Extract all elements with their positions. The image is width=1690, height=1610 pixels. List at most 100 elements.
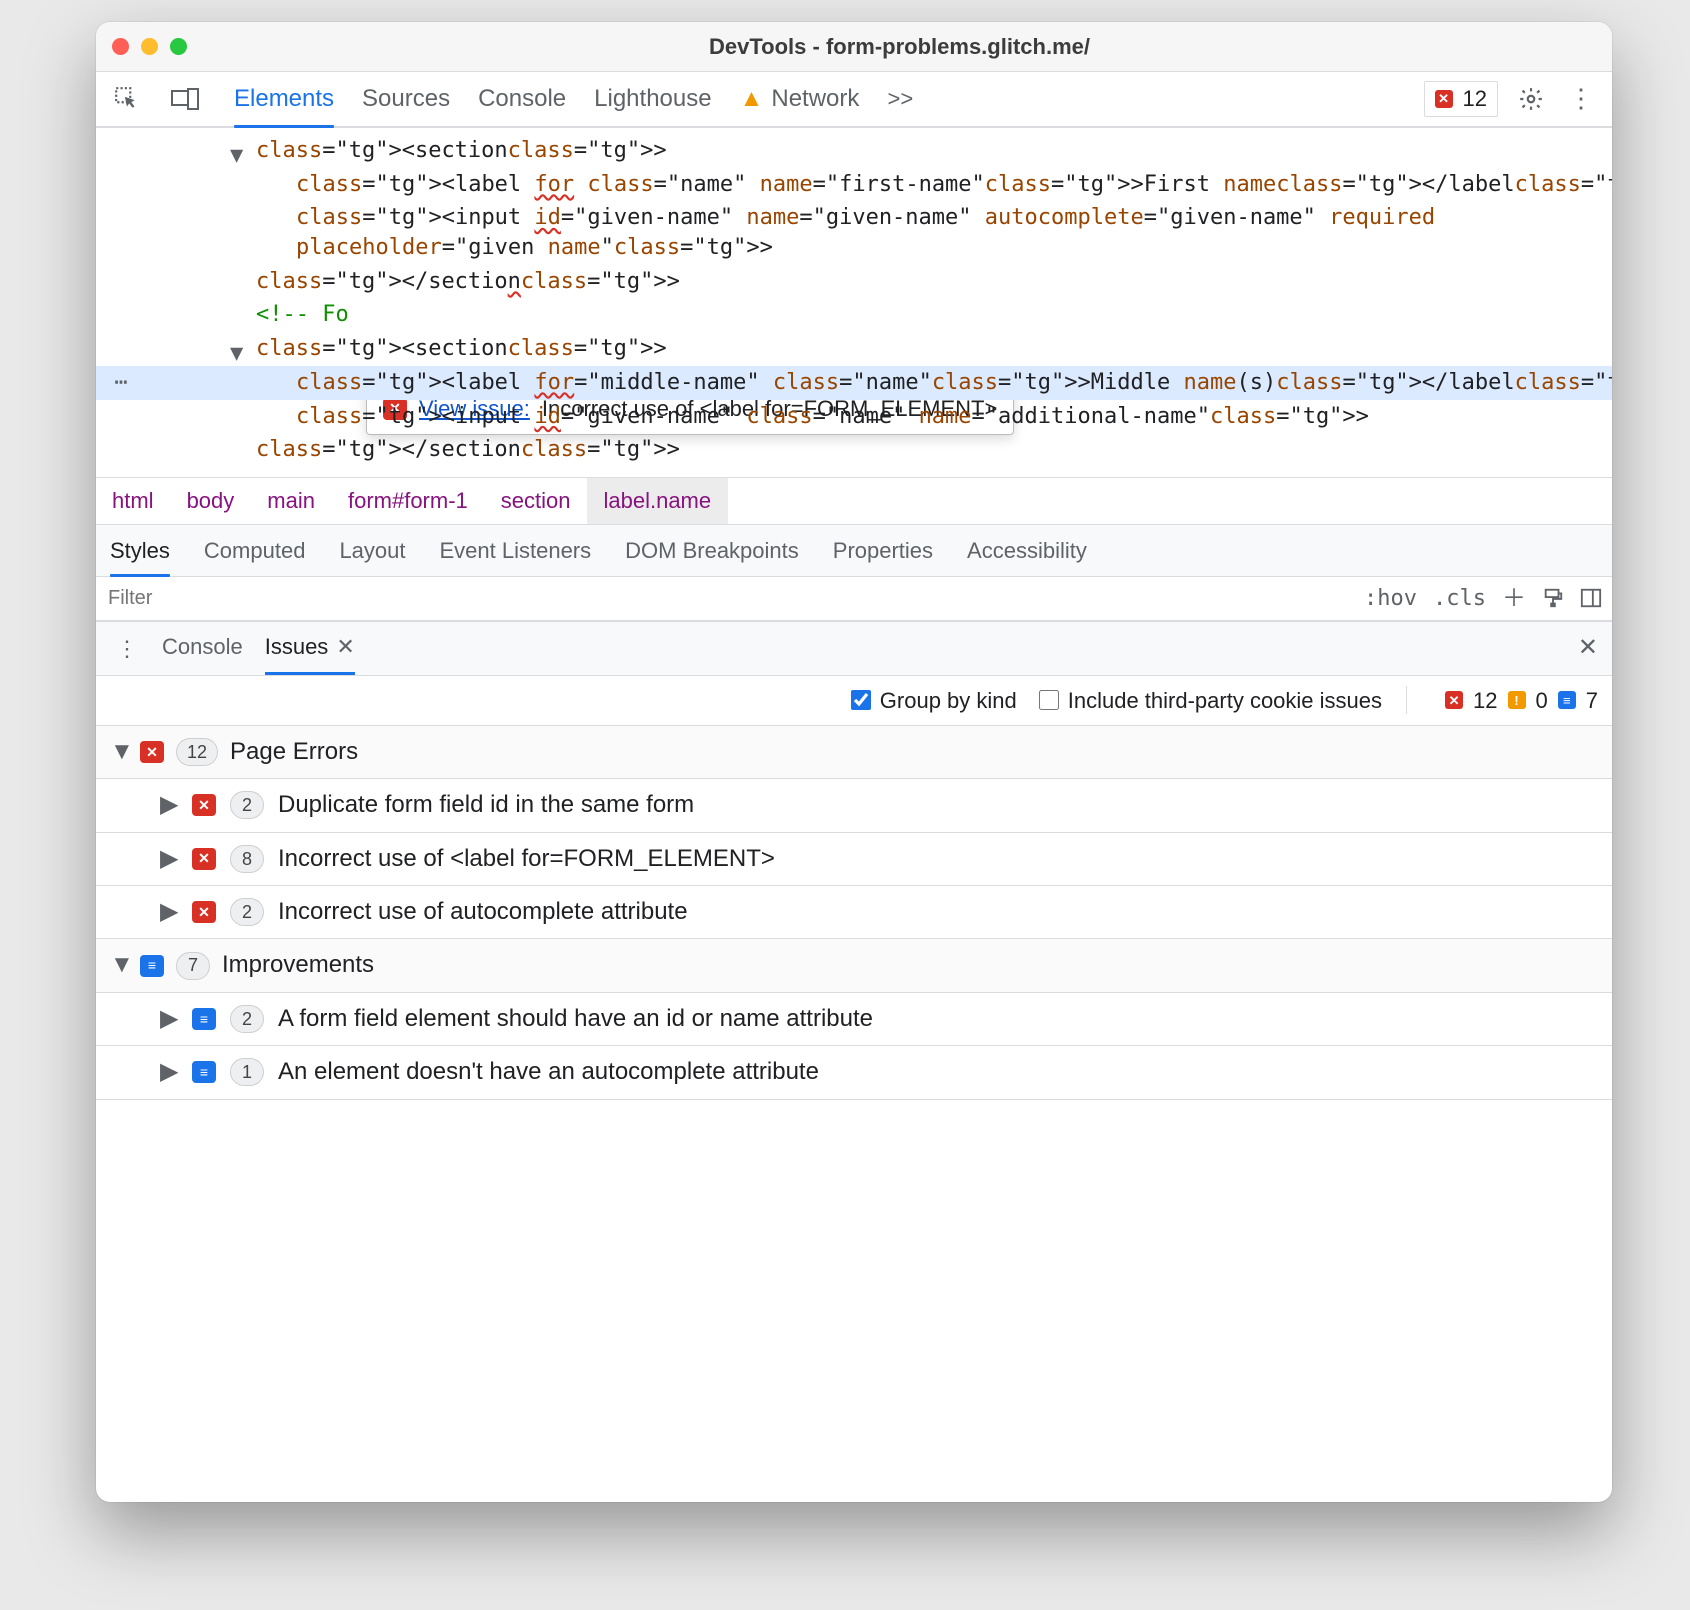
dom-row[interactable]: ⋯class="tg"><label for="middle-name" cla…	[96, 366, 1612, 400]
titlebar: DevTools - form-problems.glitch.me/	[96, 22, 1612, 72]
issue-count: 2	[230, 898, 264, 926]
subtab-dom-breakpoints[interactable]: DOM Breakpoints	[625, 525, 799, 576]
drawer: ⋮ Console Issues ✕ ✕ Group by kind Includ…	[96, 621, 1612, 1502]
issue-item[interactable]: ▶≡1An element doesn't have an autocomple…	[96, 1045, 1612, 1098]
expand-icon[interactable]: ▼	[110, 736, 128, 768]
computed-sidebar-toggle-icon[interactable]	[1580, 587, 1602, 609]
hov-toggle[interactable]: :hov	[1364, 584, 1417, 614]
issue-item[interactable]: ▶ ✕ 8 Incorrect use of <label for=FORM_ELEM…	[96, 832, 1612, 885]
tab-console[interactable]: Console	[478, 72, 566, 126]
subtab-accessibility[interactable]: Accessibility	[967, 525, 1087, 576]
window-title: DevTools - form-problems.glitch.me/	[203, 32, 1596, 62]
subtab-layout[interactable]: Layout	[339, 525, 405, 576]
expand-icon[interactable]: ▼	[110, 949, 128, 981]
inspect-element-icon[interactable]	[110, 82, 144, 116]
dom-row[interactable]: class="tg"><input id="given-name" class=…	[96, 400, 1612, 434]
subtab-computed[interactable]: Computed	[204, 525, 306, 576]
issue-count: 8	[230, 845, 264, 873]
error-bubble-icon: ✕	[192, 794, 216, 816]
tab-network[interactable]: ▲Network	[740, 72, 860, 126]
expand-icon[interactable]: ▶	[160, 789, 178, 821]
expand-icon[interactable]: ▶	[160, 1056, 178, 1088]
dom-row[interactable]: class="tg"></sectionclass="tg">>	[96, 265, 1612, 299]
subtab-event-listeners[interactable]: Event Listeners	[440, 525, 592, 576]
expand-icon[interactable]: ▼	[230, 141, 243, 171]
group-count: 12	[176, 738, 218, 766]
device-toolbar-icon[interactable]	[168, 82, 202, 116]
error-bubble-icon: ✕	[140, 741, 164, 763]
breadcrumb-item[interactable]: section	[485, 478, 588, 524]
issue-item[interactable]: ▶ ✕ 2 Incorrect use of autocomplete attribu…	[96, 885, 1612, 938]
breadcrumb-trail: htmlbodymainform#form-1sectionlabel.name	[96, 477, 1612, 525]
tab-sources[interactable]: Sources	[362, 72, 450, 126]
dom-row[interactable]: ▼class="tg"><sectionclass="tg">>	[96, 332, 1612, 366]
info-icon: ≡	[1558, 691, 1576, 709]
issue-group-header[interactable]: ▼ ≡ 7 Improvements	[96, 939, 1612, 991]
third-party-checkbox[interactable]: Include third-party cookie issues	[1035, 686, 1382, 716]
minimize-window-button[interactable]	[141, 38, 158, 55]
info-bubble-icon: ≡	[140, 955, 164, 977]
dom-row[interactable]: <!-- Fo	[96, 298, 1612, 332]
kebab-menu-icon[interactable]: ⋮	[1564, 82, 1598, 116]
issue-item[interactable]: ▶ ≡ 2 A form field element should have an i…	[96, 992, 1612, 1045]
breadcrumb-item[interactable]: html	[96, 478, 171, 524]
issue-text: A form field element should have an id o…	[278, 1003, 873, 1035]
breadcrumb-item[interactable]: main	[251, 478, 332, 524]
drawer-tab-issues[interactable]: Issues ✕	[265, 622, 355, 675]
expand-icon[interactable]: ▶	[160, 1003, 178, 1035]
overflow-tabs-icon[interactable]: >>	[883, 82, 917, 116]
breadcrumb-item[interactable]: label.name	[587, 478, 728, 524]
expand-icon[interactable]: ▶	[160, 896, 178, 928]
drawer-menu-icon[interactable]: ⋮	[110, 631, 144, 665]
issue-totals: ✕12 !0 ≡7	[1445, 686, 1598, 716]
cls-toggle[interactable]: .cls	[1433, 584, 1486, 614]
close-window-button[interactable]	[112, 38, 129, 55]
group-title: Improvements	[222, 949, 374, 981]
subtab-properties[interactable]: Properties	[833, 525, 933, 576]
new-style-rule-icon[interactable]: ＋	[1502, 582, 1526, 614]
error-icon: ✕	[1445, 691, 1463, 709]
error-bubble-icon: ✕	[192, 848, 216, 870]
styles-filter-row: :hov .cls ＋	[96, 577, 1612, 621]
issue-count: 2	[230, 791, 264, 819]
styles-filter-input[interactable]	[106, 586, 1354, 611]
styles-tabs: Styles Computed Layout Event Listeners DOM B…	[96, 525, 1612, 577]
subtab-styles[interactable]: Styles	[110, 525, 170, 576]
errors-count: 12	[1463, 84, 1487, 114]
breadcrumb-item[interactable]: form#form-1	[332, 478, 485, 524]
info-bubble-icon: ≡	[192, 1008, 216, 1030]
drawer-tab-console[interactable]: Console	[162, 622, 243, 675]
tab-lighthouse[interactable]: Lighthouse	[594, 72, 711, 126]
expand-icon[interactable]: ▶	[160, 843, 178, 875]
dom-row[interactable]: class="tg"><input id="given-name" name="…	[96, 201, 1612, 264]
tab-elements[interactable]: Elements	[234, 72, 334, 126]
close-tab-icon[interactable]: ✕	[336, 632, 354, 662]
dom-row[interactable]: class="tg"></sectionclass="tg">>	[96, 433, 1612, 467]
error-bubble-icon: ✕	[192, 901, 216, 923]
group-by-kind-checkbox[interactable]: Group by kind	[847, 686, 1017, 716]
group-title: Page Errors	[230, 736, 358, 768]
issues-list: ▼✕12Page Errors▶✕2Duplicate form field i…	[96, 726, 1612, 1100]
issue-count: 2	[230, 1005, 264, 1033]
warning-icon: ▲	[740, 83, 764, 115]
settings-icon[interactable]	[1514, 82, 1548, 116]
close-drawer-icon[interactable]: ✕	[1578, 632, 1598, 664]
issue-text: Incorrect use of autocomplete attribute	[278, 896, 688, 928]
issue-item[interactable]: ▶ ✕ 2 Duplicate form field id in the same f…	[96, 778, 1612, 831]
issue-count: 1	[230, 1058, 264, 1086]
zoom-window-button[interactable]	[170, 38, 187, 55]
breadcrumb-item[interactable]: body	[171, 478, 252, 524]
row-actions-icon[interactable]: ⋯	[96, 366, 146, 400]
elements-dom-tree[interactable]: ✕ View issue: Incorrect use of <label fo…	[96, 128, 1612, 477]
expand-icon[interactable]: ▼	[230, 339, 243, 369]
issue-text: Incorrect use of <label for=FORM_ELEMENT…	[278, 843, 775, 875]
paint-icon[interactable]	[1542, 587, 1564, 609]
dom-row[interactable]: class="tg"><label for class="name" name=…	[96, 168, 1612, 202]
info-bubble-icon: ≡	[192, 1061, 216, 1083]
issue-text: Duplicate form field id in the same form	[278, 789, 694, 821]
issue-group-header[interactable]: ▼ ✕ 12 Page Errors	[96, 726, 1612, 778]
warning-icon: !	[1508, 691, 1526, 709]
group-count: 7	[176, 952, 210, 980]
dom-row[interactable]: ▼class="tg"><sectionclass="tg">>	[96, 134, 1612, 168]
issues-counter[interactable]: ✕ 12	[1424, 81, 1498, 117]
